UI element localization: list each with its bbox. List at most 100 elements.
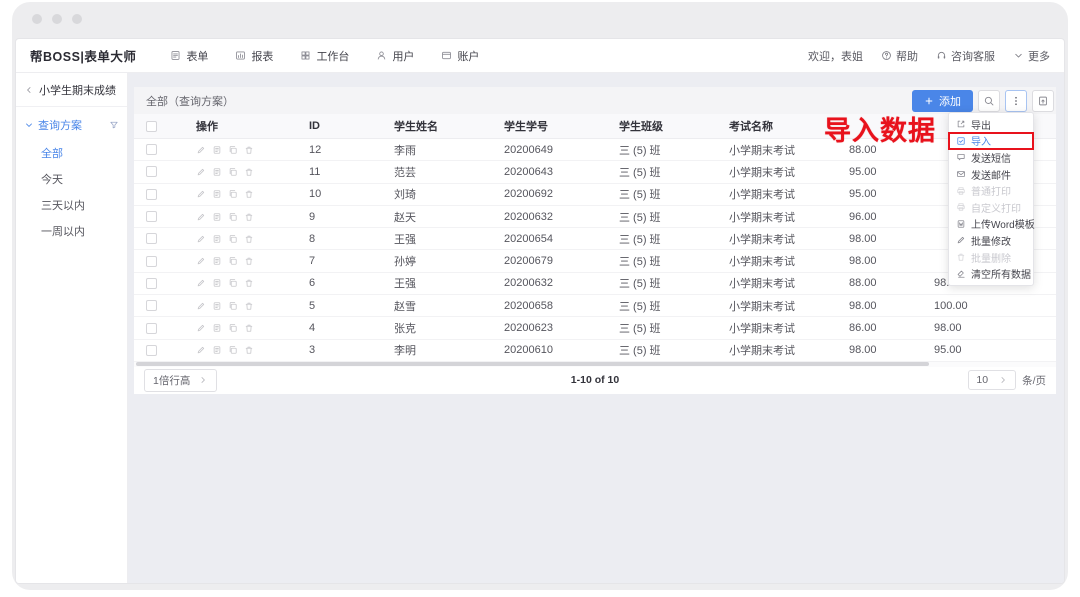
search-button[interactable] xyxy=(978,90,1000,112)
header-help[interactable]: 帮助 xyxy=(881,48,918,64)
row-checkbox[interactable] xyxy=(146,300,157,311)
menu-item-send-mail[interactable]: 发送邮件 xyxy=(949,166,1033,183)
chevron-down-icon xyxy=(1013,50,1024,61)
form-icon xyxy=(170,50,181,61)
detail-icon[interactable] xyxy=(212,301,222,311)
grid-icon xyxy=(300,50,311,61)
row-checkbox[interactable] xyxy=(146,233,157,244)
delete-icon[interactable] xyxy=(244,145,254,155)
row-height-button[interactable]: 1倍行高 xyxy=(144,369,217,392)
more-actions-button[interactable] xyxy=(1005,90,1027,112)
window-control-dot[interactable] xyxy=(52,14,62,24)
detail-icon[interactable] xyxy=(212,323,222,333)
delete-icon[interactable] xyxy=(244,323,254,333)
edit-icon[interactable] xyxy=(196,212,206,222)
edit-icon[interactable] xyxy=(196,189,206,199)
menu-item-upload-word-template[interactable]: 上传Word模板 xyxy=(949,216,1033,233)
sidebar-section-query-plans[interactable]: 查询方案 xyxy=(16,107,127,140)
edit-icon[interactable] xyxy=(196,323,206,333)
row-checkbox[interactable] xyxy=(146,278,157,289)
copy-icon[interactable] xyxy=(228,145,238,155)
detail-icon[interactable] xyxy=(212,145,222,155)
row-checkbox[interactable] xyxy=(146,211,157,222)
cell-student_class: 三 (5) 班 xyxy=(611,186,721,202)
nav-item-account[interactable]: 账户 xyxy=(441,48,479,64)
header-checkbox[interactable] xyxy=(146,121,157,132)
row-checkbox[interactable] xyxy=(146,256,157,267)
export-view-button[interactable] xyxy=(1032,90,1054,112)
header-welcome-label: 欢迎，表姐 xyxy=(808,48,863,64)
row-checkbox[interactable] xyxy=(146,189,157,200)
copy-icon[interactable] xyxy=(228,301,238,311)
delete-icon[interactable] xyxy=(244,189,254,199)
cell-actions xyxy=(188,301,301,311)
chevron-right-icon xyxy=(198,375,208,385)
nav-item-workbench[interactable]: 工作台 xyxy=(300,48,349,64)
edit-icon[interactable] xyxy=(196,234,206,244)
menu-item-export[interactable]: 导出 xyxy=(949,116,1033,133)
delete-icon[interactable] xyxy=(244,212,254,222)
batch-edit-icon xyxy=(956,235,966,245)
scrollbar-thumb[interactable] xyxy=(136,362,929,366)
detail-icon[interactable] xyxy=(212,212,222,222)
copy-icon[interactable] xyxy=(228,278,238,288)
filter-icon[interactable] xyxy=(109,120,119,130)
edit-icon[interactable] xyxy=(196,256,206,266)
row-checkbox[interactable] xyxy=(146,345,157,356)
delete-icon[interactable] xyxy=(244,234,254,244)
copy-icon[interactable] xyxy=(228,189,238,199)
delete-icon[interactable] xyxy=(244,167,254,177)
header-help-label: 帮助 xyxy=(896,48,918,64)
sidebar-item[interactable]: 三天以内 xyxy=(16,192,127,218)
menu-item-send-sms[interactable]: 发送短信 xyxy=(949,149,1033,166)
nav-item-users[interactable]: 用户 xyxy=(376,48,414,64)
detail-icon[interactable] xyxy=(212,189,222,199)
page-size-select[interactable]: 10 xyxy=(968,370,1016,390)
row-checkbox[interactable] xyxy=(146,323,157,334)
copy-icon[interactable] xyxy=(228,167,238,177)
cell-checkbox xyxy=(134,166,188,177)
edit-icon[interactable] xyxy=(196,167,206,177)
sidebar-item[interactable]: 今天 xyxy=(16,166,127,192)
more-actions-dropdown: 导出导入发送短信发送邮件普通打印自定义打印上传Word模板批量修改批量删除清空所… xyxy=(948,112,1034,286)
delete-icon[interactable] xyxy=(244,278,254,288)
header-more[interactable]: 更多 xyxy=(1013,48,1050,64)
copy-icon[interactable] xyxy=(228,256,238,266)
cell-student_class: 三 (5) 班 xyxy=(611,209,721,225)
detail-icon[interactable] xyxy=(212,234,222,244)
detail-icon[interactable] xyxy=(212,345,222,355)
nav-item-forms[interactable]: 表单 xyxy=(170,48,208,64)
edit-icon[interactable] xyxy=(196,301,206,311)
window-control-dot[interactable] xyxy=(72,14,82,24)
edit-icon[interactable] xyxy=(196,145,206,155)
sidebar-back[interactable]: 小学生期末成绩 xyxy=(16,73,127,107)
window-control-dot[interactable] xyxy=(32,14,42,24)
detail-icon[interactable] xyxy=(212,167,222,177)
nav-item-reports[interactable]: 报表 xyxy=(235,48,273,64)
delete-icon[interactable] xyxy=(244,301,254,311)
cell-id: 4 xyxy=(301,322,386,334)
cell-score1: 98.00 xyxy=(841,255,926,267)
detail-icon[interactable] xyxy=(212,256,222,266)
sidebar-item[interactable]: 全部 xyxy=(16,140,127,166)
cell-score2: 100.00 xyxy=(926,300,1056,312)
edit-icon[interactable] xyxy=(196,278,206,288)
row-checkbox[interactable] xyxy=(146,166,157,177)
copy-icon[interactable] xyxy=(228,345,238,355)
menu-item-custom-print: 自定义打印 xyxy=(949,199,1033,216)
cell-student_class: 三 (5) 班 xyxy=(611,275,721,291)
delete-icon[interactable] xyxy=(244,345,254,355)
delete-icon[interactable] xyxy=(244,256,254,266)
header-support[interactable]: 咨询客服 xyxy=(936,48,995,64)
cell-id: 9 xyxy=(301,211,386,223)
copy-icon[interactable] xyxy=(228,212,238,222)
copy-icon[interactable] xyxy=(228,323,238,333)
menu-item-import[interactable]: 导入 xyxy=(949,133,1033,150)
menu-item-batch-edit[interactable]: 批量修改 xyxy=(949,232,1033,249)
edit-icon[interactable] xyxy=(196,345,206,355)
row-checkbox[interactable] xyxy=(146,144,157,155)
sidebar-item[interactable]: 一周以内 xyxy=(16,218,127,244)
menu-item-clear-all-data[interactable]: 清空所有数据 xyxy=(949,265,1033,282)
copy-icon[interactable] xyxy=(228,234,238,244)
detail-icon[interactable] xyxy=(212,278,222,288)
